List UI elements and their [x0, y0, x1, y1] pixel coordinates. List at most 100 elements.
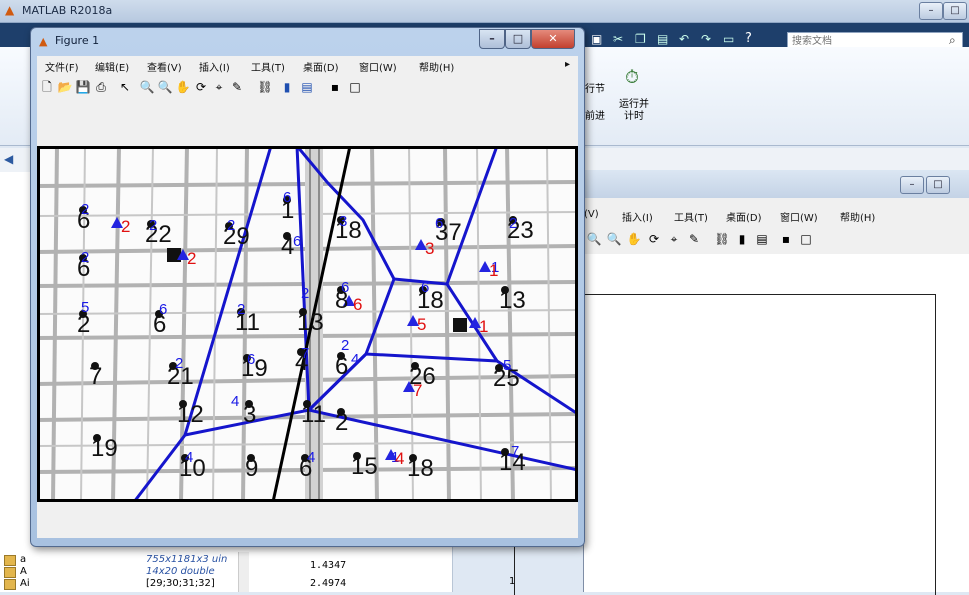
menu-overflow-icon[interactable]: ▸	[565, 59, 570, 70]
maximize-button[interactable]: □	[943, 2, 967, 20]
pan-icon[interactable]: ✋	[175, 79, 191, 95]
rotate-3d-icon[interactable]: ⟳	[193, 79, 209, 95]
hide-tools-icon[interactable]: ▪	[778, 231, 794, 247]
brush-icon[interactable]: ✎	[686, 231, 702, 247]
run-and-time-button[interactable]: 运行并 计时	[619, 99, 649, 123]
menu-insert[interactable]: 插入(I)	[199, 59, 230, 74]
cluster-label: 6	[341, 279, 349, 296]
depot-marker	[453, 318, 467, 332]
variable-value: [29;30;31;32]	[146, 578, 215, 589]
menu-tools[interactable]: 工具(T)	[674, 209, 708, 224]
undo-icon[interactable]: ↶	[679, 32, 689, 46]
workspace-scrollbar[interactable]	[238, 552, 249, 592]
cluster-label: 7	[301, 345, 309, 362]
assignment-label: 1	[489, 261, 498, 280]
search-icon[interactable]: ⌕	[949, 33, 956, 48]
site-number-label: 13	[499, 287, 526, 314]
workspace-row[interactable]: A 14x20 double	[0, 566, 252, 578]
minimize-button[interactable]: –	[919, 2, 943, 20]
site-number-label: 11	[301, 401, 326, 428]
zoom-out-icon[interactable]: 🔍	[157, 79, 173, 95]
menu-view[interactable]: 查看(V)	[147, 59, 182, 74]
assignment-label: 1	[479, 317, 488, 336]
app-title: MATLAB R2018a	[22, 4, 113, 17]
variable-name: a	[20, 554, 27, 565]
new-figure-icon[interactable]: 🗋	[39, 79, 55, 95]
command-output-line: 2.4974	[310, 578, 347, 589]
insert-legend-icon[interactable]: ▤	[299, 79, 315, 95]
data-cursor-icon[interactable]: ⌖	[211, 79, 227, 95]
menu-window[interactable]: 窗口(W)	[780, 209, 818, 224]
link-icon[interactable]: ⛓	[714, 231, 730, 247]
link-plot-icon[interactable]: ⛓	[257, 79, 273, 95]
fig2-minimize-button[interactable]: –	[900, 176, 924, 194]
site-number-label: 19	[91, 435, 118, 462]
brush-icon[interactable]: ✎	[229, 79, 245, 95]
menu-desktop[interactable]: 桌面(D)	[303, 59, 339, 74]
site-number-label: 7	[89, 363, 102, 390]
menu-window[interactable]: 窗口(W)	[359, 59, 397, 74]
cluster-label: 5	[81, 299, 89, 316]
edit-plot-icon[interactable]: ↖	[117, 79, 133, 95]
zoom-in-icon[interactable]: 🔍	[586, 231, 602, 247]
figure2-window: – □ (V) 插入(I) 工具(T) 桌面(D) 窗口(W) 帮助(H) 🔍 …	[509, 170, 969, 595]
y-tick-label: 1	[509, 576, 516, 587]
menu-insert[interactable]: 插入(I)	[622, 209, 653, 224]
hide-plot-tools-icon[interactable]: ▪	[327, 79, 343, 95]
figure2-canvas: 1	[509, 254, 969, 595]
menu-file[interactable]: 文件(F)	[45, 59, 79, 74]
zoom-out-icon[interactable]: 🔍	[606, 231, 622, 247]
save-figure-icon[interactable]: 💾	[75, 79, 91, 95]
insert-colorbar-icon[interactable]: ▮	[279, 79, 295, 95]
cluster-label: 2	[509, 215, 517, 232]
cluster-label: 5	[503, 357, 511, 374]
assignment-label: 2	[121, 217, 130, 236]
site-number-label: 13	[297, 309, 324, 336]
menu-help[interactable]: 帮助(H)	[840, 209, 875, 224]
fig2-maximize-button[interactable]: □	[926, 176, 950, 194]
legend-icon[interactable]: ▤	[754, 231, 770, 247]
zoom-in-icon[interactable]: 🔍	[139, 79, 155, 95]
menu-desktop[interactable]: 桌面(D)	[726, 209, 762, 224]
cluster-label: 2	[175, 355, 183, 372]
switch-windows-icon[interactable]: ▭	[723, 32, 734, 46]
workspace-row[interactable]: Ai [29;30;31;32]	[0, 578, 252, 590]
assignment-label: 2	[187, 249, 196, 268]
copy-icon[interactable]: ❐	[635, 32, 646, 46]
cluster-label: 2	[149, 217, 157, 234]
menu-view[interactable]: (V)	[584, 209, 599, 220]
run-section-button[interactable]: 行节	[585, 80, 605, 95]
redo-icon[interactable]: ↷	[701, 32, 711, 46]
show-tools-icon[interactable]: □	[798, 231, 814, 247]
fig1-minimize-button[interactable]: –	[479, 29, 505, 49]
menu-help[interactable]: 帮助(H)	[419, 59, 454, 74]
advance-button[interactable]: 前进	[585, 107, 605, 122]
menu-tools[interactable]: 工具(T)	[251, 59, 285, 74]
back-arrow-icon[interactable]: ◀	[4, 152, 13, 166]
cluster-label: 3	[339, 213, 347, 230]
fig1-close-button[interactable]: ✕	[531, 29, 575, 49]
workspace-row[interactable]: a 755x1181x3 uin	[0, 554, 252, 566]
rotate-icon[interactable]: ⟳	[646, 231, 662, 247]
cluster-label: 6	[421, 279, 429, 296]
run-and-time-icon: ⏱	[625, 67, 640, 88]
paste-icon[interactable]: ▤	[657, 32, 668, 46]
cluster-label: 6	[435, 215, 443, 232]
cluster-label: 2	[237, 301, 245, 318]
show-plot-tools-icon[interactable]: □	[347, 79, 363, 95]
print-icon[interactable]: ⎙	[93, 79, 109, 95]
save-icon[interactable]: ▣	[591, 32, 602, 46]
open-file-icon[interactable]: 📂	[57, 79, 73, 95]
help-icon[interactable]: ?	[745, 31, 752, 46]
colorbar-icon[interactable]: ▮	[734, 231, 750, 247]
fig1-maximize-button[interactable]: □	[505, 29, 531, 49]
menu-edit[interactable]: 编辑(E)	[95, 59, 129, 74]
matlab-logo-icon: ▲	[5, 3, 15, 17]
assignment-label: 7	[413, 381, 422, 400]
pan-icon[interactable]: ✋	[626, 231, 642, 247]
data-cursor-icon[interactable]: ⌖	[666, 231, 682, 247]
cut-icon[interactable]: ✂	[613, 32, 623, 46]
cluster-label: 2	[81, 249, 89, 266]
variable-icon	[4, 567, 16, 578]
variable-value: 755x1181x3 uin	[146, 554, 228, 565]
